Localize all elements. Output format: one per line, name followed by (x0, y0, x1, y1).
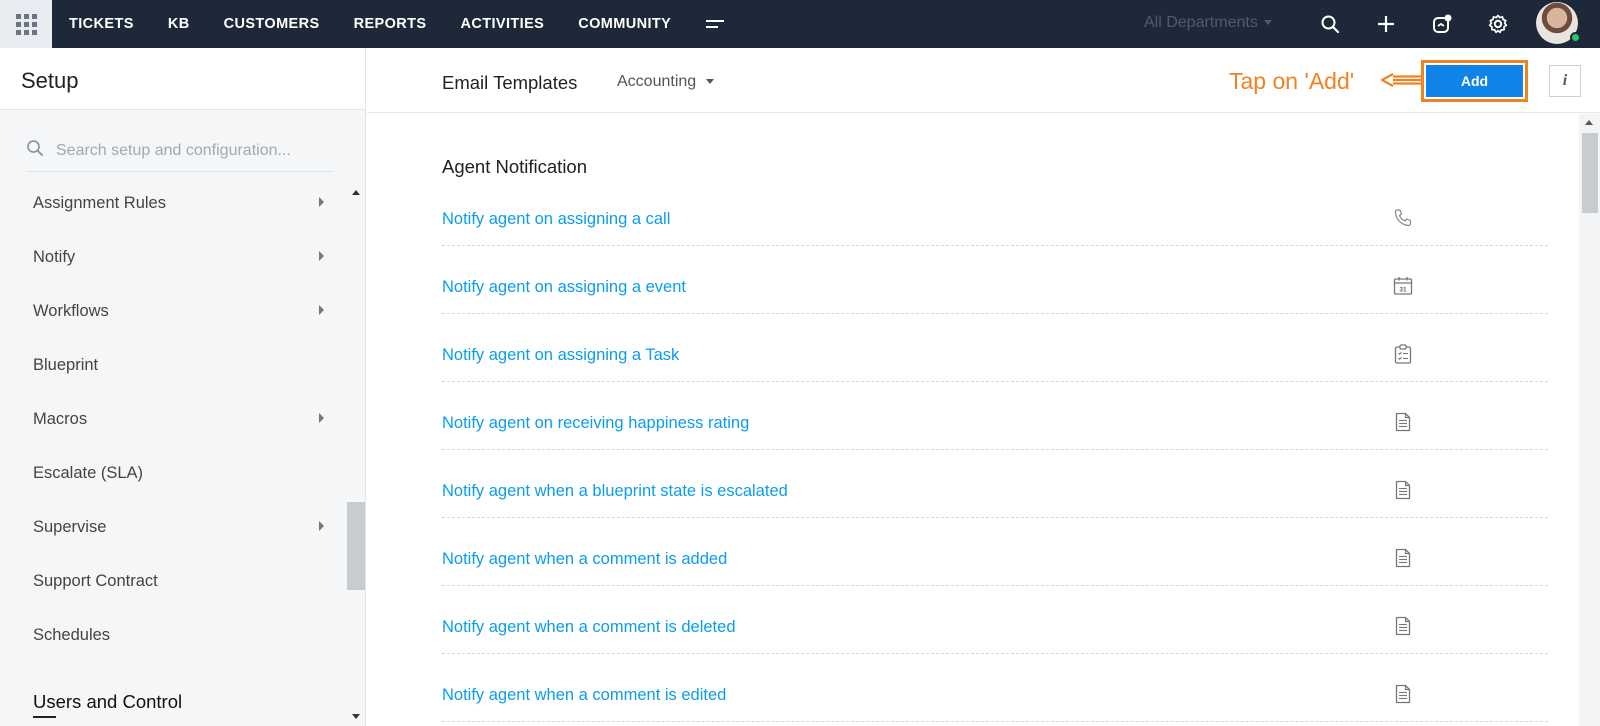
sidebar-item-escalate-sla[interactable]: Escalate (SLA) (0, 446, 345, 500)
section-title: Agent Notification (442, 156, 588, 177)
notification-icon[interactable] (1428, 10, 1456, 38)
nav-customers[interactable]: CUSTOMERS (224, 16, 320, 32)
list-item: Notify agent when a blueprint state is e… (442, 450, 1548, 518)
clipboard-icon (1392, 343, 1414, 365)
template-link[interactable]: Notify agent on assigning a call (442, 210, 670, 229)
top-navigation-bar: TICKETS KB CUSTOMERS REPORTS ACTIVITIES … (0, 0, 1600, 48)
chevron-right-icon (319, 305, 324, 315)
apps-grid-icon[interactable] (0, 0, 52, 48)
sidebar-item-label: Schedules (33, 625, 111, 644)
main-nav: TICKETS KB CUSTOMERS REPORTS ACTIVITIES … (52, 0, 728, 48)
sidebar-item-schedules[interactable]: Schedules (0, 608, 345, 662)
list-item: Notify agent on receiving happiness rati… (442, 382, 1548, 450)
sidebar-item-support-contract[interactable]: Support Contract (0, 554, 345, 608)
document-icon (1392, 615, 1414, 637)
template-link[interactable]: Notify agent when a comment is edited (442, 686, 726, 705)
phone-icon (1392, 207, 1414, 229)
sidebar-header: Setup (0, 48, 365, 110)
sidebar-item-label: Notify (33, 247, 76, 266)
section-underline (33, 716, 56, 718)
department-dropdown[interactable]: Accounting (617, 73, 715, 91)
sidebar-item-macros[interactable]: Macros (0, 392, 345, 446)
list-item: Notify agent on assigning a Task (442, 314, 1548, 382)
sidebar-item-label: Escalate (SLA) (33, 463, 144, 482)
sidebar-scrollbar[interactable] (347, 184, 365, 726)
sidebar-item-label: Assignment Rules (33, 193, 166, 212)
sidebar-item-workflows[interactable]: Workflows (0, 284, 345, 338)
sidebar-item-label: Workflows (33, 301, 109, 320)
document-icon (1392, 683, 1414, 705)
template-link[interactable]: Notify agent when a comment is added (442, 550, 727, 569)
template-link[interactable]: Notify agent on receiving happiness rati… (442, 414, 749, 433)
list-item: Notify agent on assigning a event 31 (442, 246, 1548, 314)
nav-reports[interactable]: REPORTS (354, 16, 427, 32)
page-header: Email Templates Accounting Tap on 'Add' … (367, 48, 1600, 113)
setup-search (26, 130, 334, 172)
online-status-dot (1570, 32, 1581, 43)
nav-community[interactable]: COMMUNITY (578, 16, 671, 32)
scroll-down-icon[interactable] (352, 714, 360, 719)
template-link[interactable]: Notify agent on assigning a Task (442, 346, 679, 365)
template-link[interactable]: Notify agent when a blueprint state is e… (442, 482, 788, 501)
template-link[interactable]: Notify agent on assigning a event (442, 278, 686, 297)
sidebar-item-assignment-rules[interactable]: Assignment Rules (0, 176, 345, 230)
info-icon: i (1562, 72, 1568, 89)
chevron-down-icon (1263, 20, 1272, 26)
more-menu-icon[interactable] (706, 17, 728, 31)
list-item: Notify agent when a comment is added (442, 518, 1548, 586)
plus-icon[interactable] (1372, 10, 1400, 38)
document-icon (1392, 411, 1414, 433)
department-switcher[interactable]: All Departments (1144, 14, 1272, 32)
page-title: Email Templates (442, 72, 578, 93)
gear-icon[interactable] (1484, 10, 1512, 38)
tutorial-annotation: Tap on 'Add' (1229, 68, 1355, 94)
sidebar-item-notify[interactable]: Notify (0, 230, 345, 284)
sidebar-item-supervise[interactable]: Supervise (0, 500, 345, 554)
setup-menu: Assignment Rules Notify Workflows Bluepr… (0, 176, 345, 662)
calendar-day-text: 31 (1399, 287, 1407, 294)
nav-activities[interactable]: ACTIVITIES (460, 16, 544, 32)
search-icon[interactable] (1316, 10, 1344, 38)
chevron-right-icon (319, 251, 324, 261)
content-scrollbar-thumb[interactable] (1582, 133, 1598, 213)
sidebar-item-label: Macros (33, 409, 88, 428)
calendar-icon: 31 (1392, 275, 1414, 297)
list-item: Notify agent on assigning a call (442, 184, 1548, 246)
sidebar-item-blueprint[interactable]: Blueprint (0, 338, 345, 392)
sidebar-item-label: Support Contract (33, 571, 158, 590)
chevron-right-icon (319, 521, 324, 531)
sidebar-item-label: Supervise (33, 517, 107, 536)
list-item: Notify agent when a comment is edited (442, 654, 1548, 722)
chevron-down-icon (706, 79, 715, 85)
setup-search-input[interactable] (56, 141, 326, 160)
setup-title: Setup (21, 68, 79, 93)
chevron-right-icon (319, 197, 324, 207)
sidebar-item-label: Blueprint (33, 355, 99, 374)
document-icon (1392, 547, 1414, 569)
list-item: Notify agent when a comment is deleted (442, 586, 1548, 654)
scroll-up-icon[interactable] (1585, 120, 1593, 125)
chevron-right-icon (319, 413, 324, 423)
sidebar-section-users-and-control[interactable]: Users and Control (33, 691, 182, 713)
templates-content: Agent Notification Notify agent on assig… (367, 114, 1579, 726)
department-dropdown-label: Accounting (617, 73, 697, 90)
sidebar-scrollbar-thumb[interactable] (347, 502, 365, 590)
document-icon (1392, 479, 1414, 501)
department-switcher-label: All Departments (1144, 14, 1258, 31)
scroll-up-icon[interactable] (352, 190, 360, 195)
annotation-arrow-icon (1380, 73, 1421, 87)
template-link[interactable]: Notify agent when a comment is deleted (442, 618, 736, 637)
search-icon (26, 139, 44, 162)
setup-sidebar: Setup Assignment Rules Notify Workflows … (0, 48, 366, 726)
nav-tickets[interactable]: TICKETS (69, 16, 134, 32)
nav-kb[interactable]: KB (168, 16, 190, 32)
info-button[interactable]: i (1549, 65, 1581, 97)
template-list: Notify agent on assigning a call Notify … (442, 184, 1548, 722)
add-button[interactable]: Add (1426, 65, 1523, 97)
